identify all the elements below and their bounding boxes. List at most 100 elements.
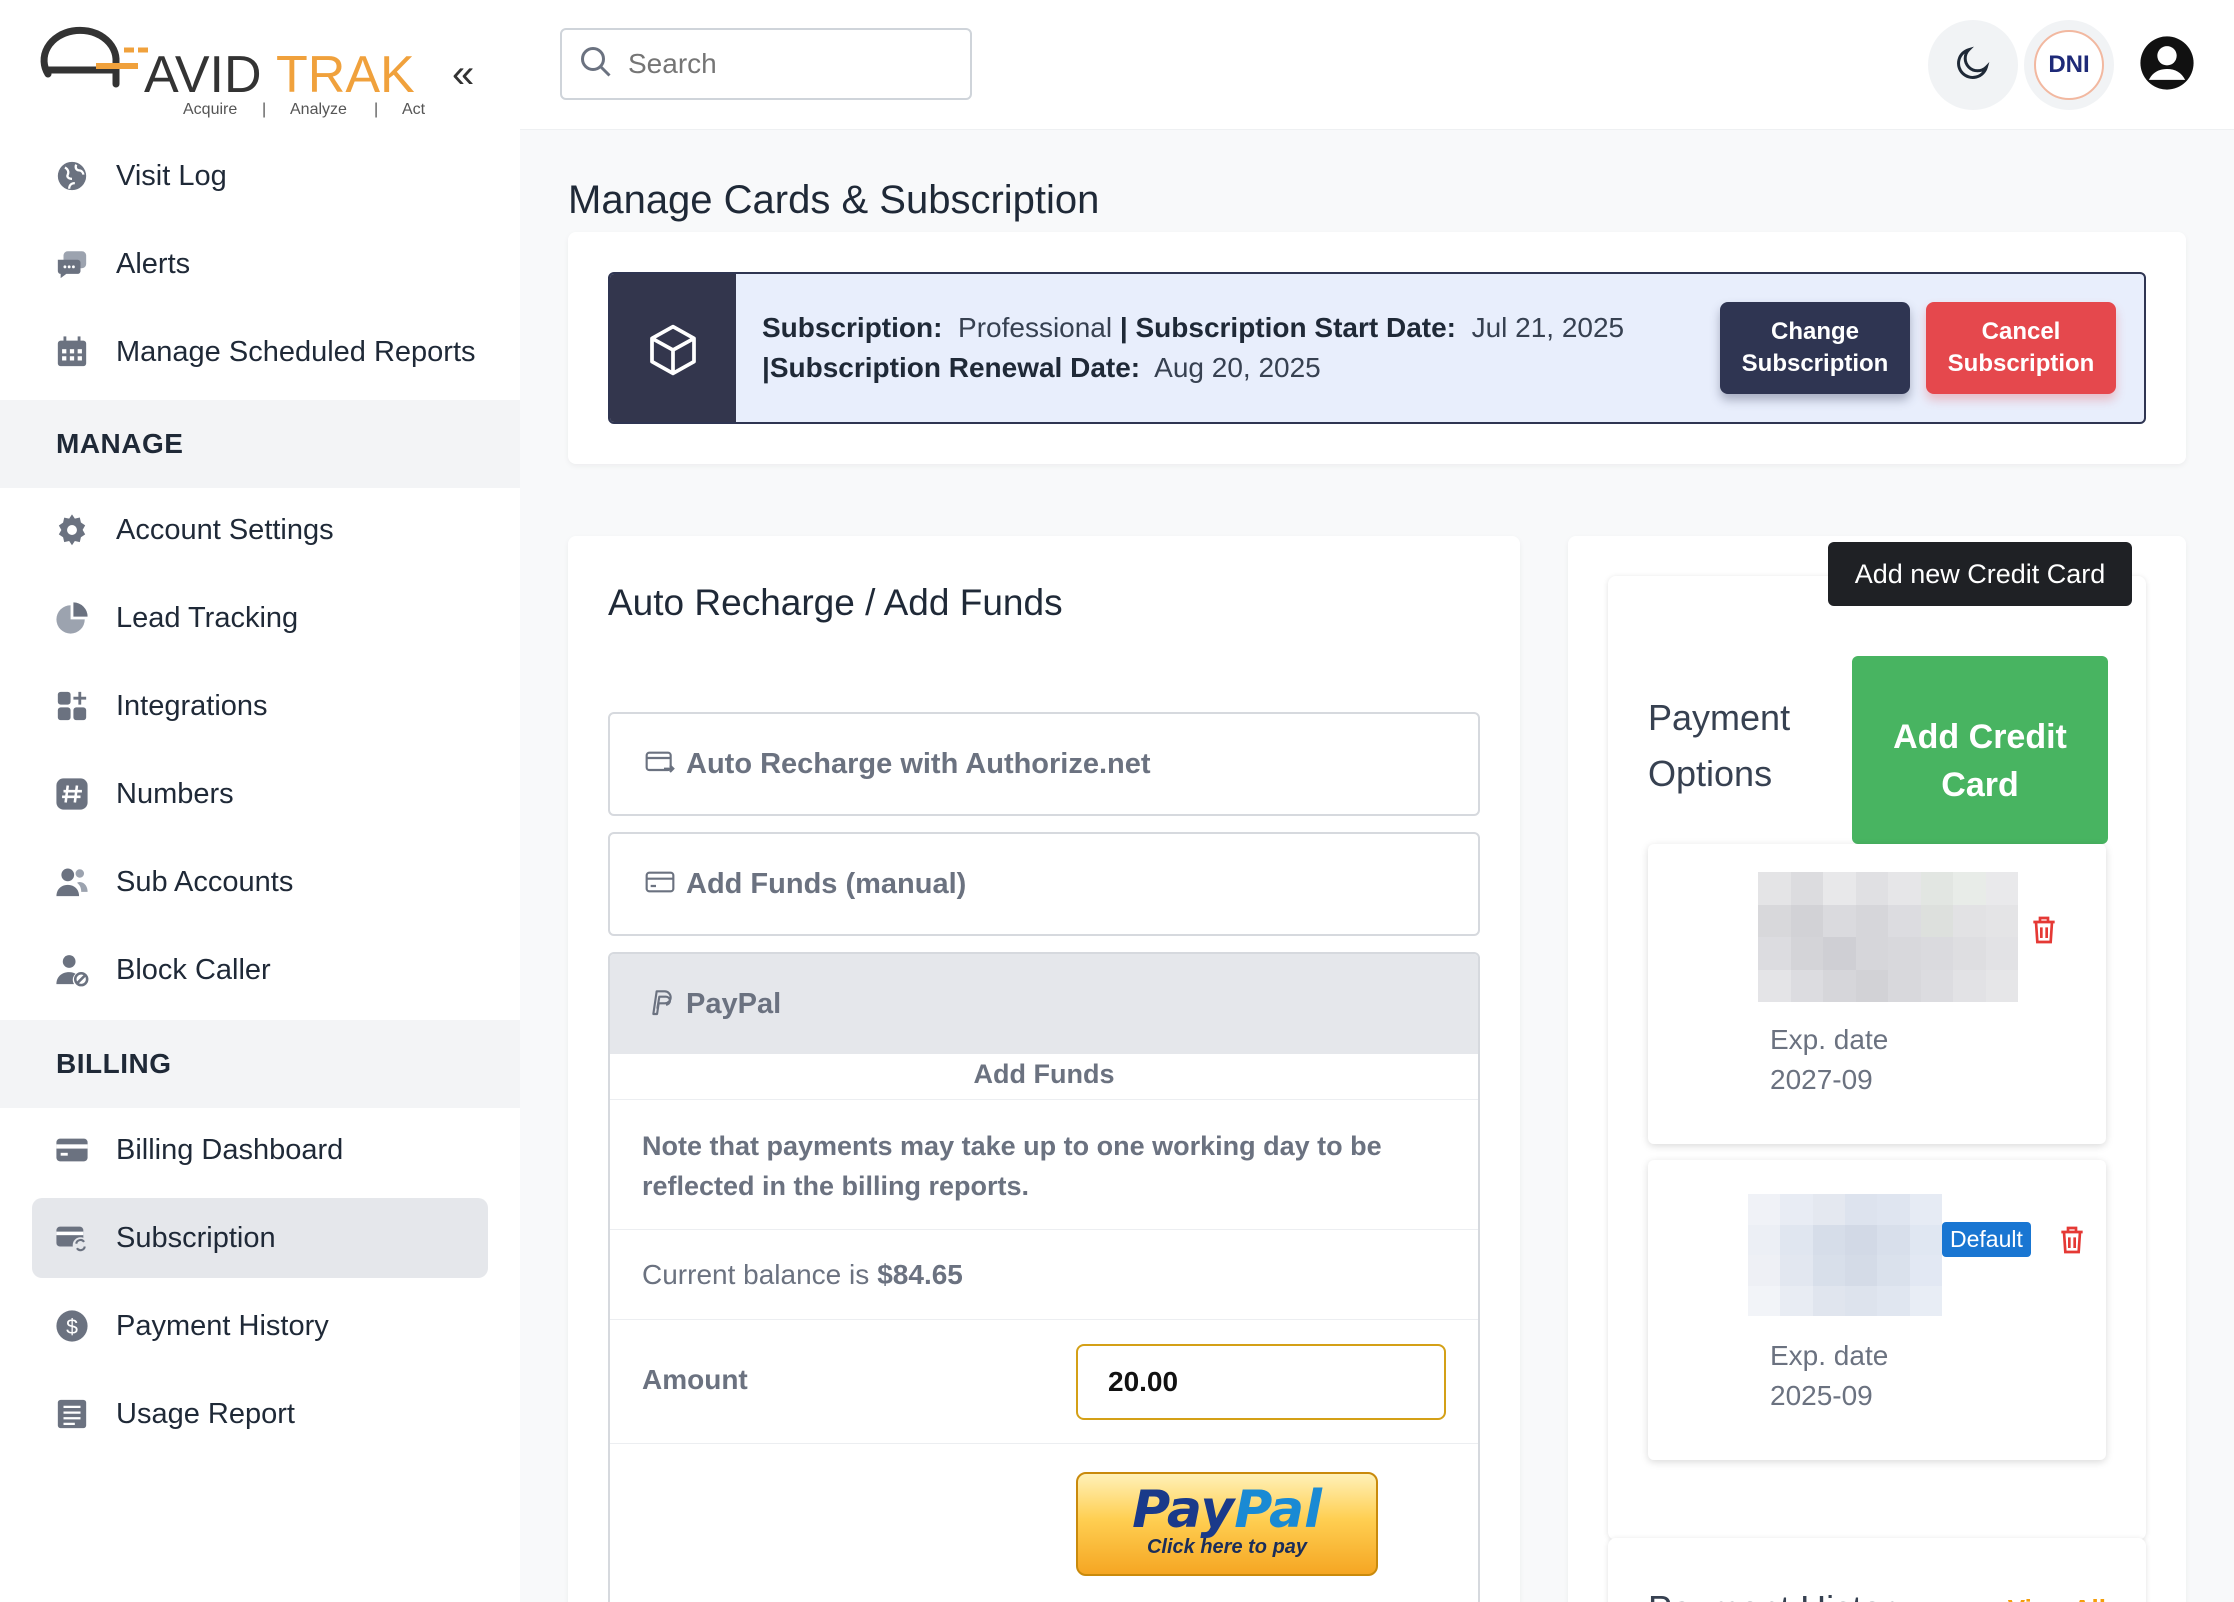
cube-icon [610,274,736,422]
sidebar: AVID TRAK Acquire | Analyze | Act « Visi… [0,0,520,1602]
default-badge: Default [1942,1222,2031,1257]
view-all-link[interactable]: View All [2008,1594,2106,1602]
accordion-label: Auto Recharge with Authorize.net [686,747,1151,780]
payment-history-title: Payment History [1648,1588,1912,1602]
balance-value: $84.65 [877,1258,963,1290]
sidebar-item-subscription[interactable]: Subscription [32,1198,488,1278]
change-subscription-button[interactable]: Change Subscription [1720,302,1910,394]
svg-text:Act: Act [402,101,426,118]
sidebar-item-account-settings[interactable]: Account Settings [0,490,520,570]
payment-history-card: Payment History View All [1608,1538,2146,1602]
sidebar-section-billing: BILLING [0,1020,520,1108]
paypal-logo-pay: Pay [1132,1480,1235,1540]
chat-bubble-icon [54,246,90,282]
dollar-circle-icon: $ [54,1308,90,1344]
sidebar-item-billing-dashboard[interactable]: Billing Dashboard [0,1110,520,1190]
subscription-card: Subscription: Professional | Subscriptio… [568,232,2186,464]
avidtrak-logo[interactable]: AVID TRAK Acquire | Analyze | Act [38,22,438,122]
sidebar-item-label: Payment History [116,1309,329,1342]
theme-toggle-button[interactable] [1928,20,2018,110]
account-avatar-button[interactable]: DNI [2024,20,2114,110]
collapse-sidebar-icon[interactable]: « [452,52,474,97]
credit-card-icon [54,1132,90,1168]
svg-text:|: | [262,101,266,118]
payment-options-card: Payment Options Add Credit Card Exp. dat… [1608,576,2146,1540]
accordion-auto-recharge[interactable]: Auto Recharge with Authorize.net [608,712,1480,816]
search-icon [578,44,614,85]
exp-value: 2025-09 [1770,1380,1873,1411]
amount-label: Amount [642,1364,748,1395]
sidebar-item-integrations[interactable]: Integrations [0,666,520,746]
exp-value: 2027-09 [1770,1064,1873,1095]
sidebar-item-alerts[interactable]: Alerts [0,224,520,304]
funds-panel: Auto Recharge / Add Funds Auto Recharge … [568,536,1520,1602]
search-input[interactable] [628,48,948,80]
card-image-redacted [1758,872,2018,1002]
sidebar-item-usage-report[interactable]: Usage Report [0,1374,520,1454]
add-funds-header: Add Funds [610,1054,1478,1100]
page-title: Manage Cards & Subscription [568,178,1100,222]
payment-note: Note that payments may take up to one wo… [610,1100,1478,1230]
paypal-button-caption: Click here to pay [1146,1536,1308,1558]
sidebar-item-sub-accounts[interactable]: Sub Accounts [0,842,520,922]
sidebar-item-label: Manage Scheduled Reports [116,335,476,368]
current-balance: Current balance is $84.65 [610,1230,1478,1320]
renewal-date-label: |Subscription Renewal Date: [762,352,1141,383]
svg-text:|: | [374,101,378,118]
funds-title: Auto Recharge / Add Funds [608,582,1063,623]
gear-icon [54,512,90,548]
paypal-logo-pal: Pal [1234,1480,1322,1540]
add-credit-card-button[interactable]: Add Credit Card [1852,656,2108,844]
svg-text:AVID: AVID [144,46,262,104]
cancel-subscription-button[interactable]: Cancel Subscription [1926,302,2116,394]
card-transfer-icon [644,746,676,783]
paypal-accordion-header[interactable]: PayPal [610,954,1478,1054]
svg-text:TRAK: TRAK [276,46,415,104]
subscription-banner: Subscription: Professional | Subscriptio… [608,272,2146,424]
start-date-value: Jul 21, 2025 [1471,312,1625,343]
credit-card-item[interactable]: Exp. date 2027-09 [1648,844,2106,1144]
exp-label: Exp. date [1770,1024,1889,1055]
svg-text:$: $ [66,1315,78,1339]
user-block-icon [54,952,90,988]
renewal-date-value: Aug 20, 2025 [1154,352,1321,383]
sidebar-item-label: Account Settings [116,513,334,546]
amount-row: Amount [610,1320,1478,1444]
credit-card-item[interactable]: Default Exp. date 2025-09 [1648,1160,2106,1460]
payment-options-panel: Payment Options Add Credit Card Exp. dat… [1568,536,2186,1602]
calendar-icon [54,334,90,370]
accordion-add-funds-manual[interactable]: Add Funds (manual) [608,832,1480,936]
sidebar-item-label: Block Caller [116,953,271,986]
exp-label: Exp. date [1770,1340,1889,1371]
accordion-label: PayPal [686,987,782,1020]
apps-plus-icon [54,688,90,724]
card-refresh-icon [54,1220,90,1256]
sidebar-item-manage-scheduled-reports[interactable]: Manage Scheduled Reports [0,312,520,392]
sidebar-item-label: Billing Dashboard [116,1133,344,1166]
accordion-label: Add Funds (manual) [686,867,967,900]
svg-text:Acquire: Acquire [183,101,237,118]
sidebar-item-block-caller[interactable]: Block Caller [0,930,520,1010]
sidebar-item-payment-history[interactable]: $ Payment History [0,1286,520,1366]
amount-input[interactable] [1076,1344,1446,1420]
payment-options-title: Payment Options [1648,697,1791,794]
search-box[interactable] [560,28,972,100]
globe-icon [54,158,90,194]
moon-icon [1953,43,1993,88]
avatar: DNI [2034,30,2104,100]
topbar: DNI [520,0,2234,130]
list-doc-icon [54,1396,90,1432]
sidebar-item-label: Subscription [116,1221,276,1254]
sidebar-item-label: Integrations [116,689,268,722]
delete-card-icon[interactable] [2056,1222,2088,1258]
pie-chart-icon [54,600,90,636]
delete-card-icon[interactable] [2028,912,2060,948]
sidebar-item-label: Sub Accounts [116,865,294,898]
sidebar-item-visit-log[interactable]: Visit Log [0,136,520,216]
sidebar-item-lead-tracking[interactable]: Lead Tracking [0,578,520,658]
accordion-paypal: PayPal Add Funds Note that payments may … [608,952,1480,1602]
user-circle-icon[interactable] [2138,34,2196,97]
sidebar-item-numbers[interactable]: Numbers [0,754,520,834]
sidebar-section-manage: MANAGE [0,400,520,488]
paypal-pay-button[interactable]: PayPal Click here to pay [1076,1472,1378,1576]
